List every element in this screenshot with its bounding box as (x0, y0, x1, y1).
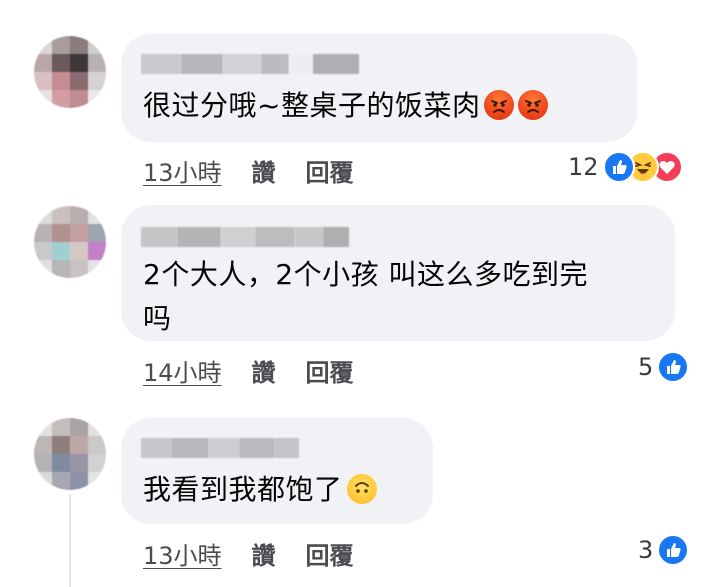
comment-actions: 13小時 讚 回覆 (143, 153, 384, 188)
author-name-redacted[interactable] (141, 438, 299, 458)
comment-bubble: 2个大人，2个小孩 叫这么多吃到完 吗 (121, 205, 675, 341)
like-button[interactable]: 讚 (252, 353, 276, 388)
comment-actions: 13小時 讚 回覆 (143, 536, 384, 571)
reaction-count: 5 (638, 353, 654, 381)
reply-button[interactable]: 回覆 (306, 536, 354, 571)
comment-timestamp[interactable]: 14小時 (143, 353, 222, 388)
reaction-summary[interactable]: 12 (568, 151, 683, 183)
reply-button[interactable]: 回覆 (306, 353, 354, 388)
reaction-count: 12 (568, 153, 599, 181)
comment-text: 很过分哦~整桌子的饭菜肉 (143, 84, 549, 128)
comment-text: 我看到我都饱了 (143, 468, 377, 512)
like-button[interactable]: 讚 (252, 536, 276, 571)
reaction-count: 3 (638, 536, 654, 564)
avatar[interactable] (34, 418, 106, 490)
comment-timestamp[interactable]: 13小時 (143, 536, 222, 571)
upside-down-face-emoji (346, 474, 377, 504)
like-reaction-icon (657, 351, 690, 383)
author-name-redacted[interactable] (141, 227, 349, 247)
angry-face-emoji (484, 90, 515, 120)
author-name-redacted[interactable] (141, 54, 359, 74)
reply-button[interactable]: 回覆 (306, 153, 354, 188)
like-reaction-icon (657, 534, 690, 566)
comment-text: 2个大人，2个小孩 叫这么多吃到完 吗 (143, 258, 589, 335)
comment-actions: 14小時 讚 回覆 (143, 353, 384, 388)
comment-bubble: 我看到我都饱了 (121, 418, 433, 524)
reaction-summary[interactable]: 5 (638, 351, 690, 383)
avatar[interactable] (34, 36, 106, 108)
thread-line (69, 494, 71, 587)
comment-timestamp[interactable]: 13小時 (143, 153, 222, 188)
angry-face-emoji (518, 90, 549, 120)
avatar[interactable] (34, 206, 106, 278)
like-button[interactable]: 讚 (252, 153, 276, 188)
like-reaction-icon (602, 151, 635, 183)
comment-bubble: 很过分哦~整桌子的饭菜肉 (121, 34, 637, 142)
reaction-summary[interactable]: 3 (638, 534, 690, 566)
